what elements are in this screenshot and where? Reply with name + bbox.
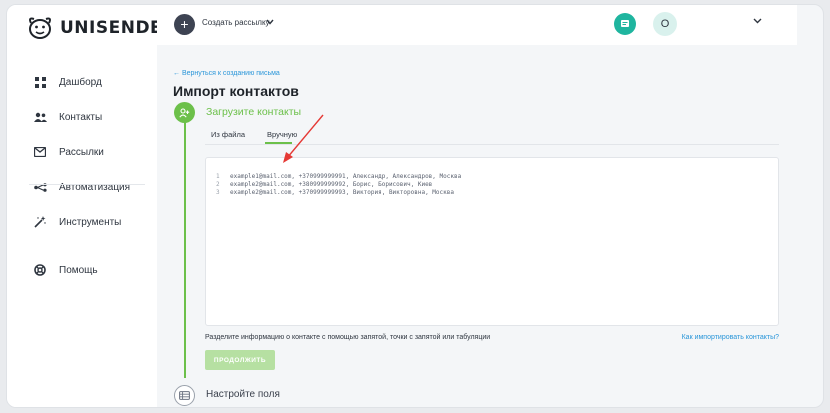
sidebar-item-help[interactable]: Помощь — [33, 261, 98, 279]
sidebar-item-label: Контакты — [59, 111, 103, 123]
active-tab-indicator — [265, 142, 292, 144]
chat-support-button[interactable] — [614, 13, 636, 35]
line-number: 1 — [216, 173, 220, 180]
editor-line: 3 example2@mail.com, +370999999993, Викт… — [216, 189, 454, 196]
sidebar-item-automation[interactable]: Автоматизация — [33, 178, 130, 196]
magic-wand-icon — [33, 215, 47, 229]
table-fields-icon — [179, 391, 190, 400]
continue-button[interactable]: ПРОДОЛЖИТЬ — [205, 350, 275, 370]
line-number: 2 — [216, 181, 220, 188]
contacts-people-icon — [33, 110, 47, 124]
editor-line: 1 example1@mail.com, +370999999991, Алек… — [216, 173, 461, 180]
back-link[interactable]: ← Вернуться к созданию письма — [173, 70, 280, 77]
sidebar-divider — [29, 184, 145, 185]
help-lifebuoy-icon — [33, 263, 47, 277]
tab-from-file[interactable]: Из файла — [211, 130, 245, 139]
chat-icon — [621, 20, 629, 27]
create-campaign-dropdown[interactable]: Создать рассылку — [202, 18, 270, 27]
sidebar-item-contacts[interactable]: Контакты — [33, 108, 102, 126]
step2-indicator — [174, 385, 195, 406]
top-bar: + Создать рассылку О — [157, 5, 797, 45]
chevron-down-icon[interactable] — [753, 16, 762, 27]
sidebar-item-dashboard[interactable]: Дашборд — [33, 73, 102, 91]
line-number: 3 — [216, 189, 220, 196]
step2-title: Настройте поля — [206, 389, 280, 400]
page-title: Импорт контактов — [173, 83, 299, 99]
sidebar-item-label: Инструменты — [59, 216, 122, 228]
line-text: example2@mail.com, +380999999992, Борис,… — [230, 181, 433, 188]
sidebar-item-campaigns[interactable]: Рассылки — [33, 143, 104, 161]
sidebar-item-label: Дашборд — [59, 76, 102, 88]
mail-icon — [33, 145, 47, 159]
add-contacts-icon — [179, 107, 190, 118]
sidebar-item-tools[interactable]: Инструменты — [33, 213, 121, 231]
step1-title: Загрузите контакты — [206, 106, 302, 118]
line-text: example1@mail.com, +370999999991, Алекса… — [230, 173, 462, 180]
app-window: UNISENDER Дашборд Контакты Рассылки Авто… — [6, 4, 824, 408]
sidebar-item-label: Рассылки — [59, 146, 104, 158]
step1-indicator — [174, 102, 195, 123]
contacts-editor[interactable]: 1 example1@mail.com, +370999999991, Алек… — [205, 157, 779, 326]
how-to-import-link[interactable]: Как импортировать контакты? — [682, 334, 779, 341]
sidebar: UNISENDER Дашборд Контакты Рассылки Авто… — [7, 5, 175, 407]
avatar[interactable]: О — [653, 12, 677, 36]
tab-manual[interactable]: Вручную — [267, 130, 297, 139]
automation-icon — [33, 180, 47, 194]
main-content: ← Вернуться к созданию письма Импорт кон… — [157, 45, 823, 407]
logo[interactable]: UNISENDER — [25, 13, 176, 43]
dashboard-grid-icon — [33, 75, 47, 89]
chevron-down-icon[interactable] — [266, 17, 274, 27]
logo-icon — [29, 17, 51, 39]
tabs-divider — [205, 144, 779, 145]
step-progress-line — [184, 120, 186, 378]
create-plus-button[interactable]: + — [174, 14, 195, 35]
sidebar-item-label: Помощь — [59, 264, 98, 276]
line-text: example2@mail.com, +370999999993, Виктор… — [230, 189, 454, 196]
separator-hint: Разделите информацию о контакте с помощь… — [205, 334, 491, 341]
editor-line: 2 example2@mail.com, +380999999992, Бори… — [216, 181, 432, 188]
